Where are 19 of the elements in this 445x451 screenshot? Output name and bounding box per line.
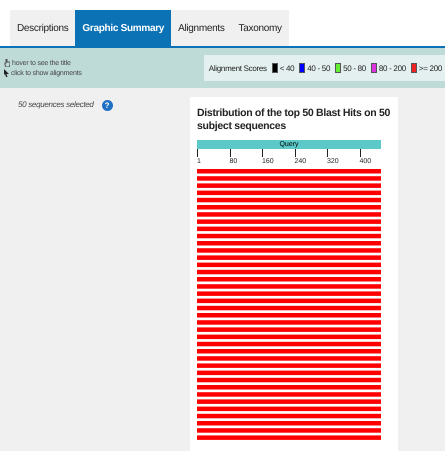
hand-icon [4,59,10,67]
graphic-title: Distribution of the top 50 Blast Hits on 50 subject sequences [197,107,391,132]
selection-count: 50 sequences selected [18,100,94,109]
legend-label: >= 200 [418,64,442,72]
tab[interactable]: Descriptions [10,10,76,46]
tab[interactable]: Taxonomy [232,10,289,46]
cursor-icon [4,69,9,77]
tick-mark [294,149,296,158]
legend-label: < 40 [280,64,294,72]
tab[interactable]: Graphic Summary [75,10,172,46]
legend-label: 40 - 50 [307,64,330,72]
legend-title: Alignment Scores [208,64,267,72]
tick-mark [262,149,263,158]
legend-label: 50 - 80 [343,64,366,72]
tab[interactable]: Alignments [171,10,232,46]
tick-mark [327,149,328,158]
legend-label: 80 - 200 [378,64,406,72]
tick-mark [197,149,198,158]
help-icon[interactable]: ? [102,100,113,111]
